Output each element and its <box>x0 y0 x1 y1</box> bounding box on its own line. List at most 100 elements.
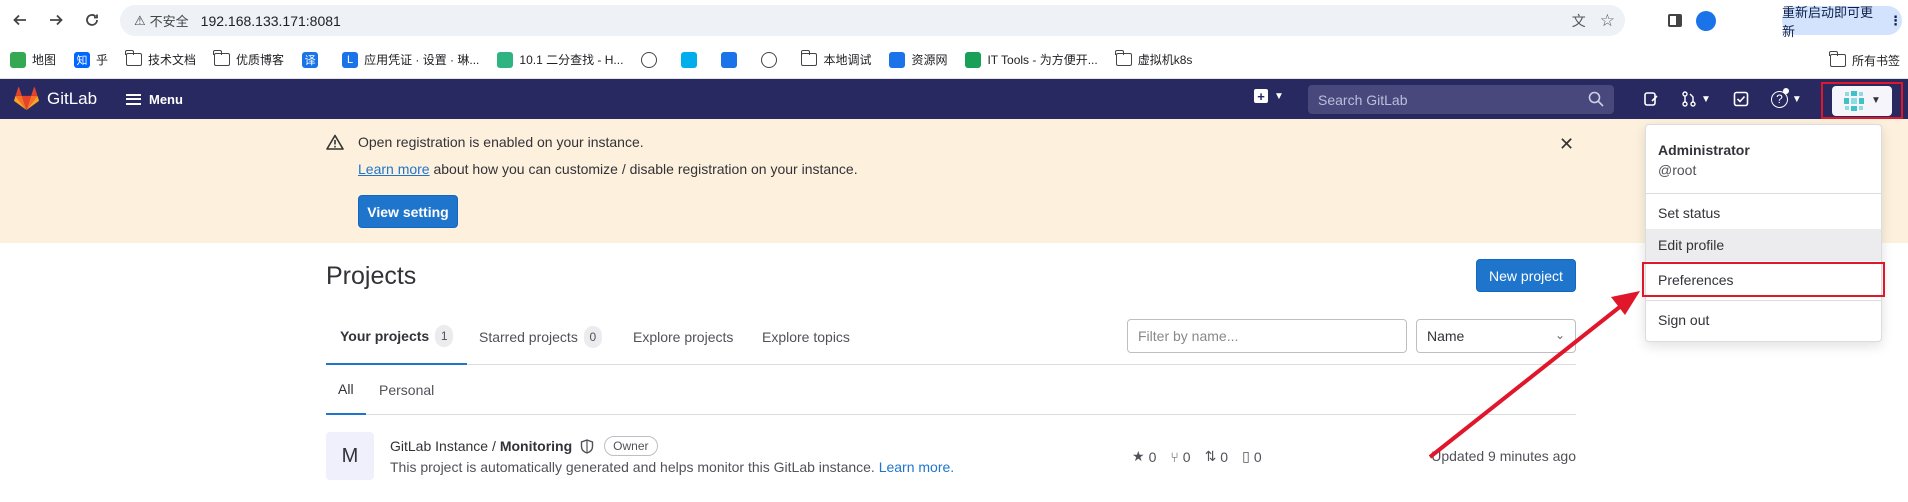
bookmark-label: IT Tools - 为方便开... <box>987 53 1098 67</box>
issues-stat[interactable]: ▯ 0 <box>1242 448 1262 465</box>
shield-icon <box>580 438 594 454</box>
all-bookmarks-button[interactable]: 所有书签 <box>1829 41 1900 79</box>
translate-icon[interactable]: 文 <box>1572 11 1586 31</box>
main-menu-button[interactable]: Menu <box>126 79 183 119</box>
forward-button[interactable] <box>42 6 70 34</box>
bookmark-label: 应用凭证 · 设置 · 琳... <box>364 53 480 67</box>
bookmark-item[interactable] <box>641 51 663 68</box>
star-bookmark-icon[interactable]: ☆ <box>1600 11 1615 31</box>
bookmark-item[interactable] <box>761 51 783 68</box>
address-bar[interactable]: ⚠ 不安全 192.168.133.171:8081 文 ☆ <box>120 5 1625 36</box>
bookmark-label: 优质博客 <box>236 53 285 67</box>
bookmark-item[interactable]: 10.1 二分查找 - H... <box>497 51 623 68</box>
back-button[interactable] <box>6 6 34 34</box>
issues-icon: ▯ <box>1242 448 1250 464</box>
bookmark-label: 虚拟机k8s <box>1137 53 1193 67</box>
search-input[interactable]: Search GitLab <box>1308 85 1614 114</box>
close-icon[interactable]: ✕ <box>1559 134 1574 155</box>
sidepanel-icon[interactable] <box>1668 14 1682 27</box>
back-arrow-icon <box>13 14 26 26</box>
set-status-item[interactable]: Set status <box>1646 197 1881 229</box>
bilibili-icon <box>681 51 698 68</box>
merge-requests-stat[interactable]: ⇅ 0 <box>1205 448 1229 465</box>
bookmark-item[interactable]: 虚拟机k8s <box>1115 50 1193 68</box>
sign-out-item[interactable]: Sign out <box>1646 304 1881 336</box>
profile-icon[interactable] <box>1696 10 1716 31</box>
translate-icon: 译 <box>302 51 319 68</box>
user-avatar-icon <box>1844 90 1865 111</box>
merge-requests-icon[interactable]: ▼ <box>1681 91 1711 107</box>
todo-icon[interactable] <box>1733 91 1749 107</box>
learn-more-link[interactable]: Learn more <box>358 161 430 177</box>
zhihu-icon: 知 <box>74 51 91 68</box>
issues-icon[interactable] <box>1643 91 1659 107</box>
bookmark-item[interactable]: 译 <box>302 51 324 68</box>
arrow-head <box>1611 291 1640 315</box>
divider <box>1646 193 1881 194</box>
gitlab-tanuki-icon <box>14 87 39 110</box>
bookmark-item[interactable]: 资源网 <box>889 51 947 68</box>
bookmark-item[interactable]: 优质博客 <box>213 50 285 68</box>
more-vertical-icon: ⋮ <box>1889 12 1902 28</box>
reload-button[interactable] <box>78 6 106 34</box>
project-title[interactable]: GitLab Instance / Monitoring Owner <box>390 436 658 456</box>
bookmark-item[interactable]: 本地调试 <box>800 50 872 68</box>
sort-dropdown[interactable]: Name ⌄ <box>1416 319 1576 353</box>
bookmark-label: 本地调试 <box>823 53 872 67</box>
project-row[interactable]: M GitLab Instance / Monitoring Owner Thi… <box>326 432 1576 488</box>
bookmark-item[interactable]: 地图 <box>10 51 56 68</box>
owner-badge: Owner <box>604 436 658 456</box>
chevron-down-icon: ▼ <box>1871 95 1881 106</box>
bookmark-item[interactable]: 技术文档 <box>125 50 197 68</box>
star-icon: ★ <box>1132 448 1145 464</box>
hamburger-icon <box>126 93 141 105</box>
user-name: Administrator <box>1658 142 1750 158</box>
monitor-icon <box>889 51 906 68</box>
search-icon <box>1588 91 1604 107</box>
tab-starred-projects[interactable]: Starred projects 0 <box>479 308 602 365</box>
new-dropdown-button[interactable]: + ▼ <box>1254 89 1284 103</box>
restart-update-button[interactable]: 重新启动即可更新 ⋮ <box>1782 5 1902 39</box>
bookmark-item[interactable]: IT Tools - 为方便开... <box>965 51 1098 68</box>
reload-icon <box>86 14 98 26</box>
forks-stat[interactable]: ⑂ 0 <box>1170 448 1190 465</box>
count-badge: 1 <box>435 324 454 347</box>
folder-icon <box>800 50 818 66</box>
alert-body: Learn more about how you can customize /… <box>358 161 858 177</box>
merge-request-icon: ⇅ <box>1204 448 1217 464</box>
tab-your-projects[interactable]: Your projects 1 <box>326 308 468 365</box>
edit-profile-item[interactable]: Edit profile <box>1646 229 1881 261</box>
registration-alert: Open registration is enabled on your ins… <box>0 119 1908 243</box>
project-subtabs: All Personal <box>326 365 1576 415</box>
project-avatar[interactable]: M <box>326 432 374 480</box>
bookmark-item[interactable] <box>681 51 703 68</box>
bookmark-item[interactable] <box>721 51 743 68</box>
warning-icon <box>326 134 344 150</box>
tab-explore-projects[interactable]: Explore projects <box>633 308 733 365</box>
project-stats: ★ 0 ⑂ 0 ⇅ 0 ▯ 0 <box>1132 448 1262 465</box>
bookmark-item[interactable]: 知乎 <box>74 51 108 68</box>
view-setting-button[interactable]: View setting <box>358 195 458 228</box>
chevron-down-icon: ⌄ <box>1554 328 1565 342</box>
learn-more-link[interactable]: Learn more. <box>879 459 954 475</box>
gitlab-home-link[interactable]: GitLab <box>14 87 97 111</box>
bookmark-item[interactable]: L 应用凭证 · 设置 · 琳... <box>342 51 479 68</box>
alert-title: Open registration is enabled on your ins… <box>358 134 644 150</box>
folder-icon <box>1115 50 1132 66</box>
forward-arrow-icon <box>50 14 63 26</box>
preferences-item[interactable]: Preferences <box>1642 262 1885 297</box>
filter-input[interactable]: Filter by name... <box>1127 319 1407 353</box>
new-project-button[interactable]: New project <box>1476 259 1576 292</box>
help-icon[interactable]: ? ▼ <box>1770 87 1802 108</box>
bookmarks-bar: 地图 知乎 技术文档 优质博客 译 L 应用凭证 · 设置 · 琳... 10.1 二分查找 … <box>0 41 1908 79</box>
fork-icon: ⑂ <box>1170 448 1179 465</box>
bookmark-label: 乎 <box>96 53 109 67</box>
globe-icon <box>761 51 778 68</box>
user-menu-button[interactable]: ▼ <box>1821 82 1903 119</box>
stars-stat[interactable]: ★ 0 <box>1132 448 1156 465</box>
bookmark-label: 技术文档 <box>148 53 197 67</box>
subtab-personal[interactable]: Personal <box>379 365 434 415</box>
tab-explore-topics[interactable]: Explore topics <box>762 308 850 365</box>
subtab-all[interactable]: All <box>326 365 366 415</box>
url-text: 192.168.133.171:8081 <box>200 12 341 29</box>
